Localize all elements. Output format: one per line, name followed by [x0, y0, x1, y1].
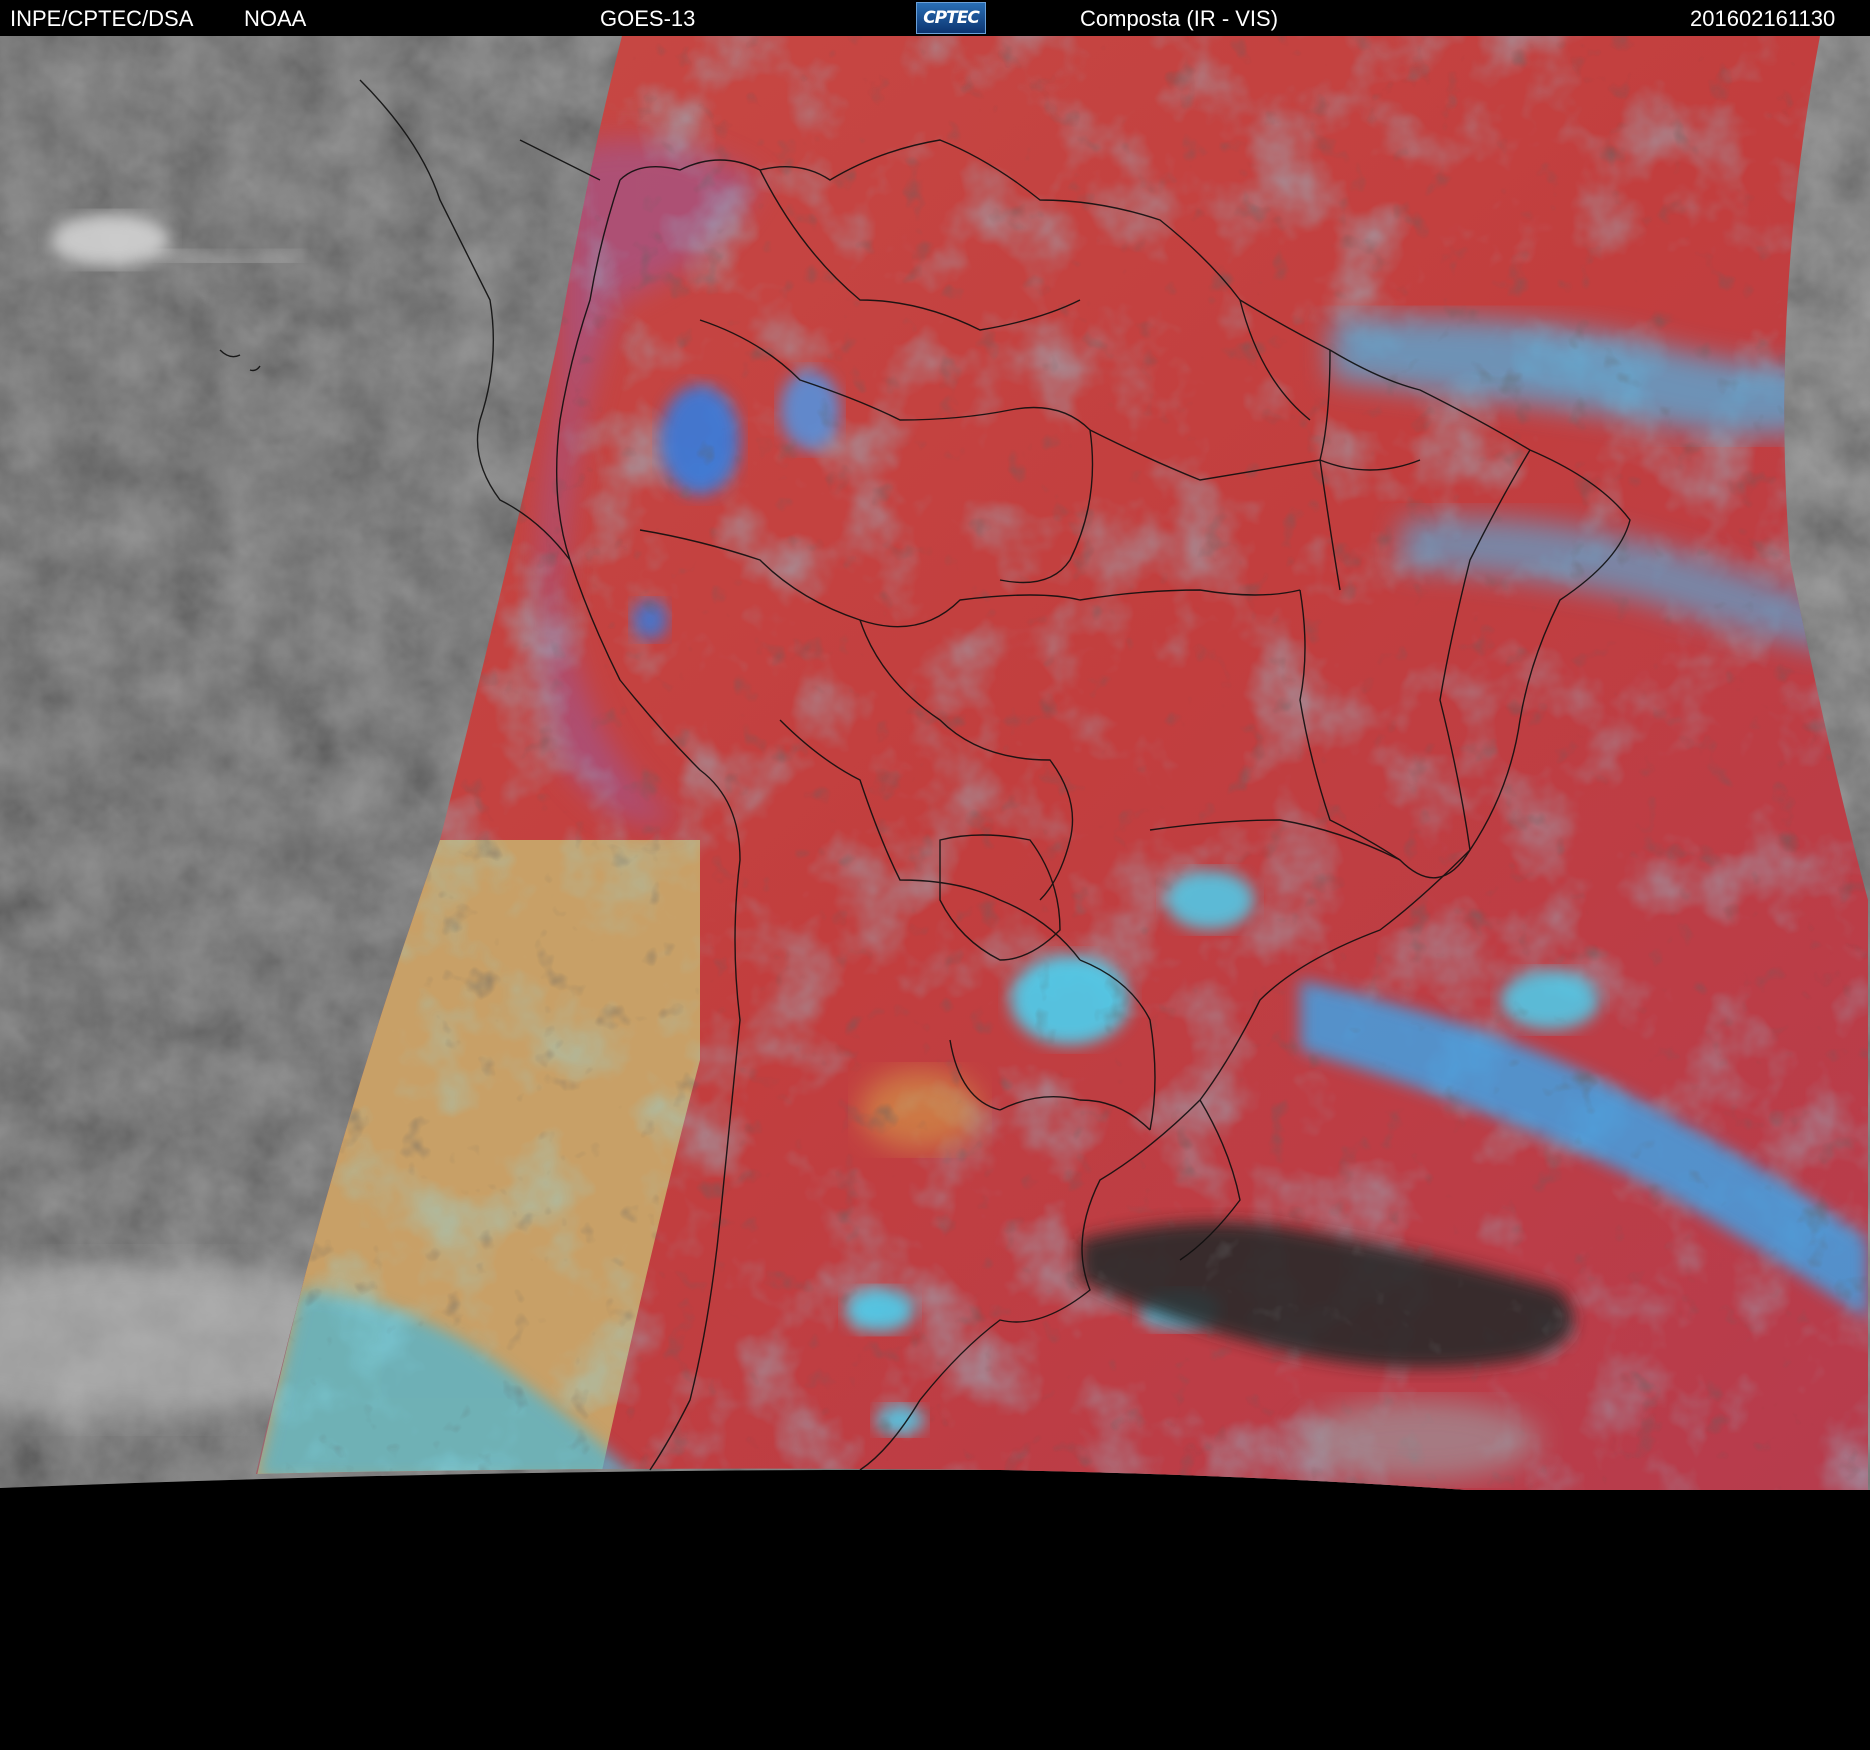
satellite-label: GOES-13 — [600, 6, 696, 31]
cptec-logo-icon: CPTEC — [916, 2, 986, 34]
agency-label: NOAA — [244, 6, 307, 31]
product-label: Composta (IR - VIS) — [1080, 6, 1279, 31]
timestamp-label: 201602161130 — [1690, 6, 1836, 31]
image-header-bar: INPE/CPTEC/DSA NOAA GOES-13 CPTEC Compos… — [0, 0, 1870, 36]
space-background — [0, 1490, 1870, 1750]
satellite-composite-image — [0, 36, 1870, 1750]
logo-text: CPTEC — [923, 8, 980, 28]
source-label: INPE/CPTEC/DSA — [10, 6, 194, 31]
